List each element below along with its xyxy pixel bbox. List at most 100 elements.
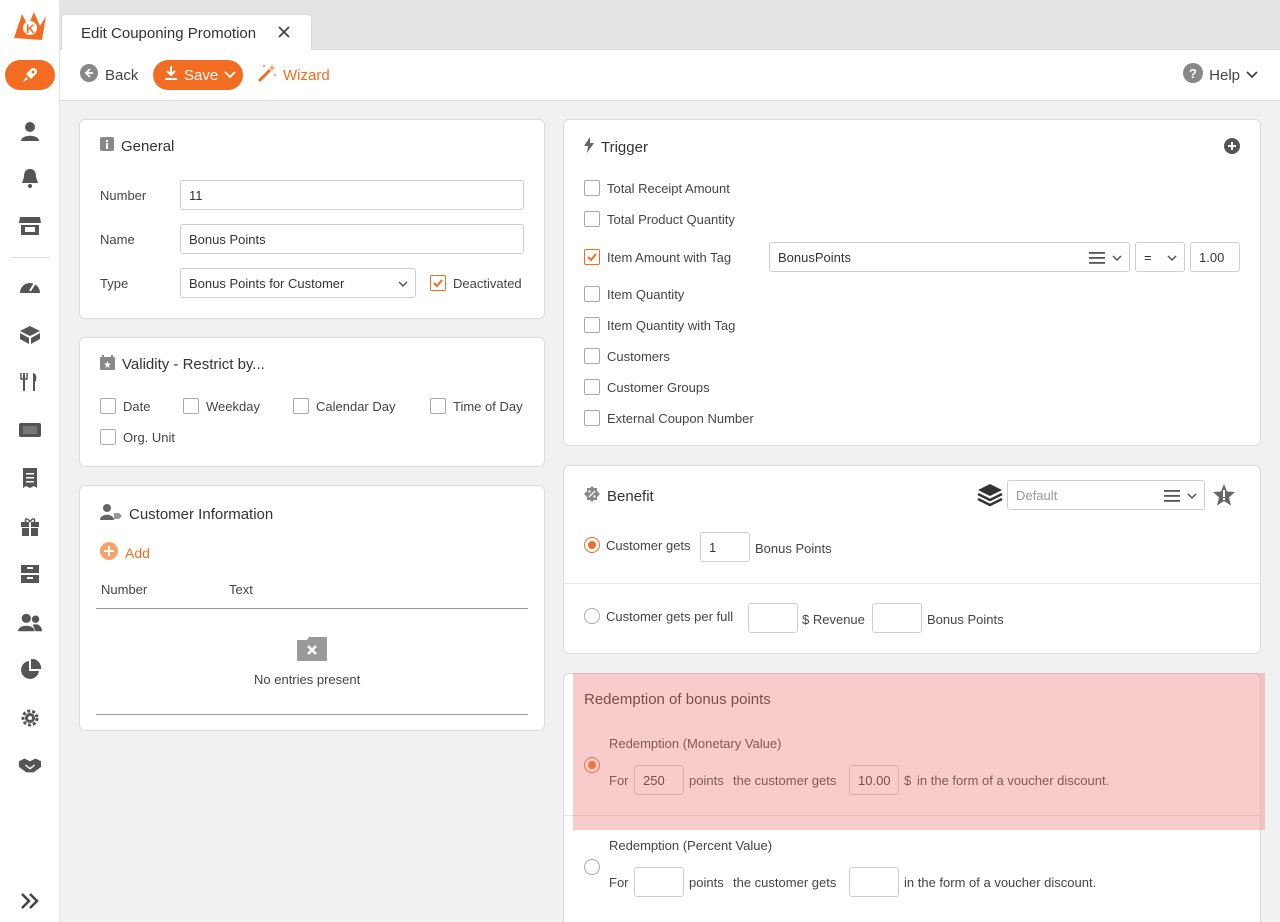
add-button[interactable]: Add xyxy=(100,542,150,563)
revenue-input[interactable] xyxy=(748,603,798,633)
calendar-icon xyxy=(100,355,115,374)
percent-title: Redemption (Percent Value) xyxy=(609,838,773,853)
operator-select[interactable]: = xyxy=(1135,242,1185,272)
benefit-option2-radio[interactable] xyxy=(584,608,600,624)
store-icon[interactable] xyxy=(18,214,42,238)
trigger-item-quantity-checkbox[interactable]: Item Quantity xyxy=(584,286,684,302)
tag-select[interactable]: BonusPoints xyxy=(769,242,1130,272)
checkbox-icon xyxy=(100,429,116,445)
layer-select[interactable]: Default xyxy=(1007,480,1205,510)
trigger-item-amount-with-tag-checkbox[interactable]: Item Amount with Tag xyxy=(584,249,731,265)
boxes-icon[interactable] xyxy=(18,322,42,346)
percent-value-input[interactable] xyxy=(849,867,899,897)
back-label: Back xyxy=(105,66,139,84)
star-warning-icon[interactable] xyxy=(1212,483,1236,510)
gear-icon[interactable] xyxy=(18,706,42,730)
benefit-option2-prefix: Customer gets per full xyxy=(606,609,734,624)
checkbox-icon xyxy=(584,180,600,196)
rocket-icon[interactable] xyxy=(5,60,55,90)
trigger-title: Trigger xyxy=(584,137,648,157)
cutlery-icon[interactable] xyxy=(18,370,42,394)
validity-date-checkbox[interactable]: Date xyxy=(100,398,150,414)
ticket-icon[interactable] xyxy=(18,418,42,442)
list-icon xyxy=(1089,251,1105,268)
trigger-option-label: Customers xyxy=(607,348,670,364)
benefit-option1-radio[interactable] xyxy=(584,537,600,553)
app-logo-icon[interactable]: K xyxy=(10,8,50,44)
customer-information-title: Customer Information xyxy=(100,503,273,525)
help-button[interactable]: ? Help xyxy=(1183,63,1258,87)
deactivated-checkbox[interactable]: Deactivated xyxy=(430,275,522,291)
benefit-divider xyxy=(564,583,1260,584)
type-select-value: Bonus Points for Customer xyxy=(189,275,345,291)
trigger-option-label: Total Product Quantity xyxy=(607,211,735,227)
validity-title: Validity - Restrict by... xyxy=(100,355,265,374)
checkbox-icon xyxy=(584,211,600,227)
percent-radio[interactable] xyxy=(584,859,600,875)
plus-circle-icon xyxy=(100,542,118,563)
layer-select-placeholder: Default xyxy=(1016,487,1058,503)
amount-input-value: 1.00 xyxy=(1199,249,1225,265)
checkbox-checked-icon xyxy=(430,275,446,291)
user-icon[interactable] xyxy=(18,119,42,143)
general-title: General xyxy=(100,137,174,155)
wizard-button[interactable]: Wizard xyxy=(257,63,330,87)
tab-edit-couponing-promotion[interactable]: Edit Couponing Promotion xyxy=(61,14,312,51)
trigger-total-receipt-amount-checkbox[interactable]: Total Receipt Amount xyxy=(584,180,730,196)
svg-text:K: K xyxy=(26,22,35,36)
gift-icon[interactable] xyxy=(18,514,42,538)
handshake-icon[interactable] xyxy=(18,753,42,777)
amount-input[interactable]: 1.00 xyxy=(1190,242,1240,272)
percent-points-input[interactable] xyxy=(634,867,684,897)
list-icon xyxy=(1164,489,1180,506)
percent-points-label: points xyxy=(689,875,724,890)
archive-icon[interactable] xyxy=(18,562,42,586)
rail-divider xyxy=(10,257,50,258)
dashboard-gauge-icon[interactable] xyxy=(18,274,42,298)
checkbox-icon xyxy=(183,398,199,414)
expand-sidebar-icon[interactable] xyxy=(18,889,42,913)
trigger-external-coupon-number-checkbox[interactable]: External Coupon Number xyxy=(584,410,754,426)
per-revenue-points-input[interactable] xyxy=(872,603,922,633)
validity-org-unit-checkbox[interactable]: Org. Unit xyxy=(100,429,175,445)
trigger-option-label: Item Amount with Tag xyxy=(607,249,732,265)
trigger-customers-checkbox[interactable]: Customers xyxy=(584,348,670,364)
validity-calendar-day-checkbox[interactable]: Calendar Day xyxy=(293,398,396,414)
general-title-text: General xyxy=(121,137,175,155)
name-input[interactable]: Bonus Points xyxy=(180,224,524,254)
wizard-label: Wizard xyxy=(283,66,330,84)
general-panel: General Number 11 Name Bonus Points Type… xyxy=(79,119,545,319)
type-select[interactable]: Bonus Points for Customer xyxy=(180,268,416,298)
users-icon[interactable] xyxy=(18,610,42,634)
name-input-value: Bonus Points xyxy=(189,231,266,247)
checkbox-icon xyxy=(430,398,446,414)
checkbox-icon xyxy=(584,348,600,364)
bell-icon[interactable] xyxy=(18,166,42,190)
validity-time-of-day-checkbox[interactable]: Time of Day xyxy=(430,398,523,414)
back-button[interactable]: Back xyxy=(80,64,138,86)
bonus-points-input[interactable]: 1 xyxy=(700,532,750,562)
number-input-value: 11 xyxy=(189,187,203,203)
receipt-icon[interactable] xyxy=(18,466,42,490)
close-icon[interactable] xyxy=(276,24,292,40)
trigger-panel: Trigger Total Receipt Amount Total Produ… xyxy=(563,119,1261,446)
pie-chart-icon[interactable] xyxy=(18,658,42,682)
save-button[interactable]: Save xyxy=(153,60,243,90)
checkbox-icon xyxy=(584,317,600,333)
help-icon: ? xyxy=(1183,63,1204,87)
validity-weekday-checkbox[interactable]: Weekday xyxy=(183,398,260,414)
checkbox-icon xyxy=(584,410,600,426)
checkbox-checked-icon xyxy=(584,249,600,265)
number-label: Number xyxy=(100,188,147,203)
layers-icon[interactable] xyxy=(977,482,1003,511)
number-input[interactable]: 11 xyxy=(180,180,524,210)
trigger-total-product-quantity-checkbox[interactable]: Total Product Quantity xyxy=(584,211,735,227)
folder-x-icon xyxy=(297,637,327,664)
svg-text:?: ? xyxy=(1189,66,1197,81)
tag-select-value: BonusPoints xyxy=(778,249,851,265)
add-trigger-icon[interactable] xyxy=(1224,138,1240,157)
trigger-customer-groups-checkbox[interactable]: Customer Groups xyxy=(584,379,710,395)
name-label: Name xyxy=(100,232,135,247)
chevron-down-icon xyxy=(397,278,409,290)
trigger-item-quantity-with-tag-checkbox[interactable]: Item Quantity with Tag xyxy=(584,317,735,333)
